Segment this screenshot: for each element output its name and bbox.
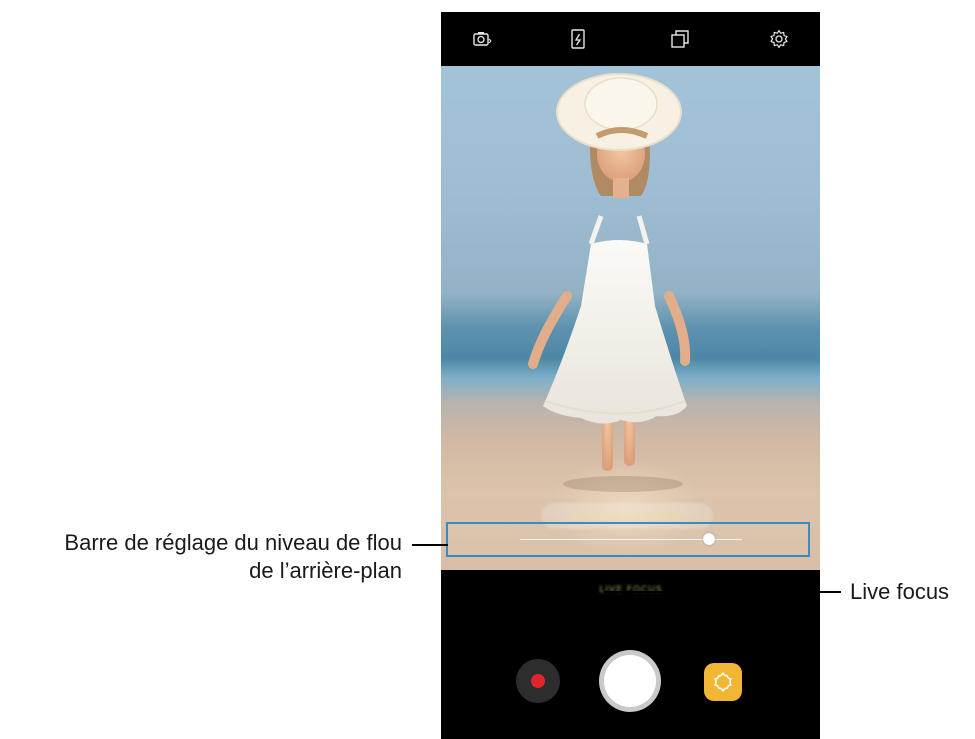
live-focus-callout-line [604,591,841,593]
blur-slider-thumb[interactable] [702,533,715,545]
camera-viewfinder[interactable]: Live focus is available. [441,66,820,570]
blur-bar-callout-line [412,544,448,546]
phone-screen: Live focus is available. LIVE FOCUS [441,12,820,739]
effect-button[interactable] [704,663,742,701]
settings-icon[interactable] [767,27,791,51]
shutter-icon [604,655,656,707]
mode-label[interactable]: LIVE FOCUS [561,585,701,595]
aspect-ratio-icon[interactable] [668,27,692,51]
shutter-button[interactable] [599,650,661,712]
blur-bar-callout-line1: Barre de réglage du niveau de flou [64,530,402,555]
live-focus-callout-label: Live focus [850,579,950,604]
subject-photo [528,73,691,492]
blur-bar-callout-line2: de l’arrière-plan [249,558,402,583]
blur-bar-callout-label: Barre de réglage du niveau de flou de l’… [8,529,402,585]
camera-top-bar [441,12,820,66]
effect-icon [714,672,732,692]
background-blur-bar[interactable] [446,522,810,557]
record-icon [531,674,545,688]
switch-camera-icon[interactable] [470,27,494,51]
record-button[interactable] [516,659,560,703]
flash-icon[interactable] [566,27,590,51]
